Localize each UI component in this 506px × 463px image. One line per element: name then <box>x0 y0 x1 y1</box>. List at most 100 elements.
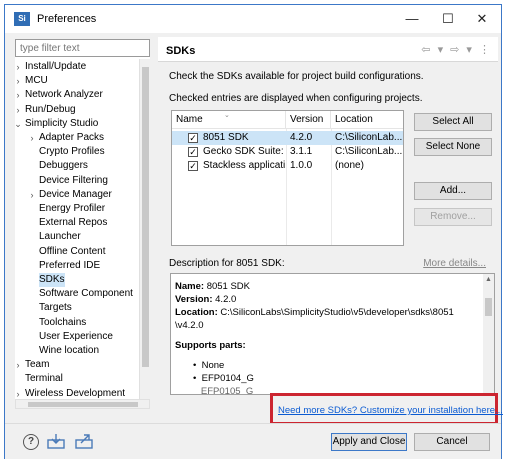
tree-item-label: Device Filtering <box>39 174 108 186</box>
description-label: Description for 8051 SDK: <box>169 258 285 269</box>
sdk-table: ⌄ Name Version Location ✓ 8051 SDK 4.2.0 C:… <box>171 110 404 246</box>
expand-arrow-icon[interactable]: › <box>15 387 23 399</box>
preferences-nav-panel: ›Install/Update›MCU›Network Analyzer›Run… <box>15 39 150 399</box>
tree-item-label: MCU <box>25 75 48 87</box>
scrollbar-thumb[interactable] <box>485 298 492 316</box>
sdk-name-cell: 8051 SDK <box>203 132 249 143</box>
column-label: Location <box>335 114 373 125</box>
filter-input[interactable] <box>15 39 150 57</box>
sdk-checkbox[interactable]: ✓ <box>188 133 198 143</box>
tree-item-label: User Experience <box>39 330 113 342</box>
column-header-name[interactable]: ⌄ Name <box>172 111 286 129</box>
column-label: Name <box>176 114 203 125</box>
export-icon[interactable] <box>75 433 93 449</box>
scrollbar-thumb[interactable] <box>28 402 138 407</box>
tree-item-label: Offline Content <box>39 245 106 257</box>
remove-sdk-button[interactable]: Remove... <box>414 208 492 226</box>
field-value: C:\SiliconLabs\SimplicityStudio\v5\devel… <box>220 307 454 318</box>
title-bar: Si Preferences — ☐ ✕ <box>5 5 501 33</box>
description-location-continued: \v4.2.0 <box>175 320 204 331</box>
part-list-item: EFP0105_G <box>193 386 254 395</box>
sdk-name-cell: Gecko SDK Suite: Blu <box>203 146 285 157</box>
tree-item-label: Targets <box>39 302 72 314</box>
page-description: Check the SDKs available for project bui… <box>169 71 424 82</box>
column-header-version[interactable]: Version <box>286 111 331 129</box>
part-list-item: • None <box>193 360 225 371</box>
tree-horizontal-scrollbar[interactable] <box>15 399 150 409</box>
column-header-location[interactable]: Location <box>331 111 403 129</box>
page-hint: Checked entries are displayed when confi… <box>169 93 423 104</box>
customize-installation-link[interactable]: Need more SDKs? Customize your installat… <box>278 405 503 416</box>
more-details-link[interactable]: More details... <box>423 258 486 269</box>
tree-item-label: Install/Update <box>25 61 87 72</box>
sdk-checkbox[interactable]: ✓ <box>188 161 198 171</box>
sdk-description-box: Name: 8051 SDK Version: 4.2.0 Location: … <box>170 273 495 395</box>
preferences-tree: › Install/Update › MCU › Network Analyzer › Run… <box>15 59 139 399</box>
expand-arrow-icon[interactable]: › <box>15 103 23 117</box>
tree-item-label: Launcher <box>39 231 81 243</box>
dialog-footer: ? Apply and Close Cancel <box>5 423 501 459</box>
sdk-location-cell: C:\SiliconLab... <box>335 132 402 143</box>
expand-arrow-icon[interactable]: › <box>15 60 23 74</box>
field-label: Version: <box>175 294 213 305</box>
table-row[interactable]: ✓ Gecko SDK Suite: Blu 3.1.1 C:\SiliconLab.… <box>172 145 403 159</box>
tree-item-label: Software Component <box>39 288 133 300</box>
sdk-location-cell: C:\SiliconLab... <box>335 146 402 157</box>
supports-parts-label: Supports parts: <box>175 340 246 351</box>
expand-arrow-icon[interactable]: › <box>15 74 23 88</box>
tree-item-label: Wine location <box>39 345 100 356</box>
part-name: EFP0104_G <box>201 373 254 384</box>
sort-caret-icon: ⌄ <box>224 112 230 119</box>
tree-item-label: Run/Debug <box>25 103 76 115</box>
scrollbar-thumb[interactable] <box>142 67 149 367</box>
expand-arrow-icon[interactable]: › <box>15 88 23 102</box>
tree-item-label: Adapter Packs <box>39 132 105 143</box>
description-name-line: Name: 8051 SDK <box>175 281 250 292</box>
add-sdk-button[interactable]: Add... <box>414 182 492 200</box>
field-value: 8051 SDK <box>206 281 250 292</box>
preferences-window: Si Preferences — ☐ ✕ ›Install/Update›MCU… <box>4 4 503 459</box>
expand-arrow-icon[interactable]: › <box>15 358 23 372</box>
customize-installation-highlight: Need more SDKs? Customize your installat… <box>270 393 503 425</box>
page-title: SDKs <box>166 45 196 57</box>
field-label: Location: <box>175 307 218 318</box>
tree-item-label: Energy Profiler <box>39 203 106 214</box>
cancel-button[interactable]: Cancel <box>414 433 490 451</box>
sdk-location-cell: (none) <box>335 160 364 171</box>
expand-arrow-icon[interactable]: › <box>27 188 37 202</box>
sdk-version-cell: 3.1.1 <box>290 146 313 157</box>
import-icon[interactable] <box>47 433 65 449</box>
table-row[interactable]: ✓ 8051 SDK 4.2.0 C:\SiliconLab... <box>172 131 403 145</box>
maximize-button[interactable]: ☐ <box>433 8 463 30</box>
table-row[interactable]: ✓ Stackless application 1.0.0 (none) <box>172 159 403 173</box>
column-label: Version <box>290 114 324 125</box>
tree-item-label: Crypto Profiles <box>39 146 105 158</box>
help-icon[interactable]: ? <box>23 434 39 450</box>
apply-and-close-button[interactable]: Apply and Close <box>331 433 407 451</box>
field-value: 4.2.0 <box>215 294 237 305</box>
collapse-arrow-icon[interactable]: ⌄ <box>15 117 23 131</box>
tree-item-label: Device Manager <box>39 188 112 200</box>
scroll-up-icon[interactable]: ▲ <box>485 276 492 283</box>
select-none-button[interactable]: Select None <box>414 138 492 156</box>
sdk-checkbox[interactable]: ✓ <box>188 147 198 157</box>
description-version-line: Version: 4.2.0 <box>175 294 236 305</box>
tree-item-label: Network Analyzer <box>25 89 103 101</box>
part-name: EFP0105_G <box>200 386 254 395</box>
history-nav-icons[interactable]: ⇦ ▾ ⇨ ▾ ⋮ <box>421 43 492 56</box>
sdks-page: SDKs ⇦ ▾ ⇨ ▾ ⋮ Check the SDKs available … <box>158 37 498 417</box>
tree-item-label: Simplicity Studio <box>25 117 99 129</box>
field-label: Name: <box>175 281 205 292</box>
expand-arrow-icon[interactable]: › <box>27 131 37 145</box>
minimize-button[interactable]: — <box>397 8 427 30</box>
sdk-version-cell: 1.0.0 <box>290 160 313 171</box>
sdk-name-cell: Stackless application <box>203 160 285 171</box>
close-button[interactable]: ✕ <box>467 8 497 30</box>
description-scrollbar[interactable]: ▲ <box>483 274 494 394</box>
select-all-button[interactable]: Select All <box>414 113 492 131</box>
tree-item-label: Toolchains <box>39 316 87 328</box>
tree-item-label: Wireless Development <box>25 387 126 399</box>
tree-vertical-scrollbar[interactable] <box>139 59 150 399</box>
tree-item-label: External Repos <box>39 217 108 229</box>
tree-item-label: SDKs <box>39 273 65 287</box>
